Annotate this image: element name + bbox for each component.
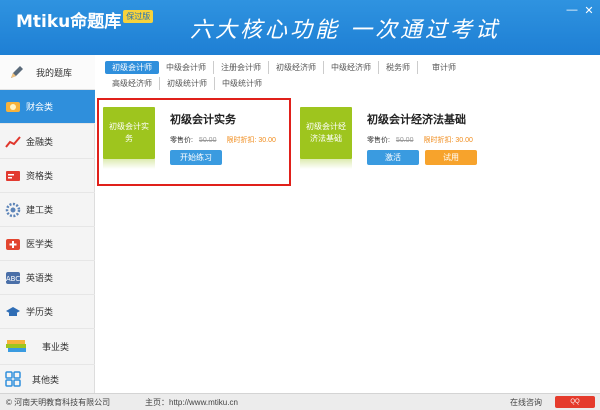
course-cover[interactable]: 初级会计经济法基础 [300, 107, 352, 169]
homepage-link[interactable]: 主页：http://www.mtiku.cn [145, 397, 238, 408]
exam-tabs-row-1: 初级会计师 中级会计师 注册会计师 初级经济师 中级经济师 税务师 审计师 [105, 61, 463, 74]
my-library-label: 我的题库 [36, 67, 73, 78]
price-row: 零售价: 50.00 限时折扣: 30.00 [367, 135, 473, 145]
original-price: 50.00 [395, 137, 414, 144]
sidebar-item-label: 财会类 [26, 102, 54, 112]
sidebar-item-medical[interactable]: 医学类 [0, 227, 95, 261]
my-library-button[interactable]: 我的题库 [0, 55, 95, 90]
sidebar-item-academic[interactable]: 学历类 [0, 295, 95, 329]
graduation-cap-icon [4, 304, 22, 320]
chart-icon [4, 134, 22, 150]
selection-highlight [97, 98, 291, 186]
logo-tag: 保过版 [123, 10, 154, 23]
app-header: Mtiku命题库 保过版 六大核心功能 一次通过考试 — ✕ [0, 0, 600, 55]
logo-text: Mtiku命题库 [16, 12, 122, 32]
minimize-button[interactable]: — [566, 4, 578, 16]
gear-icon [4, 202, 22, 218]
sidebar-item-english[interactable]: ABC 英语类 [0, 261, 95, 295]
pencil-icon [8, 64, 26, 80]
medical-kit-icon [4, 236, 22, 252]
app-logo: Mtiku命题库 保过版 [16, 7, 154, 32]
coin-icon [4, 99, 22, 115]
sidebar-item-label: 英语类 [26, 273, 54, 283]
online-chat-icon[interactable]: QQ [555, 396, 595, 408]
tab-cpa[interactable]: 注册会计师 [214, 61, 269, 74]
retail-price-label: 零售价: [367, 137, 390, 144]
activate-button[interactable]: 激活 [367, 150, 419, 165]
tab-auditor[interactable]: 审计师 [418, 61, 463, 74]
tab-intermediate-economist[interactable]: 中级经济师 [324, 61, 379, 74]
online-consult-link[interactable]: 在线咨询 [510, 397, 542, 408]
sidebar-item-construction[interactable]: 建工类 [0, 193, 95, 227]
category-sidebar: 我的题库 财会类 金融类 资格类 建工类 医学类 ABC 英语类 学历类 事业类… [0, 55, 95, 393]
sidebar-item-label: 学历类 [26, 307, 54, 317]
copyright-text: © 河南天明教育科技有限公司 [6, 398, 111, 407]
books-icon [4, 339, 30, 355]
sidebar-item-label: 医学类 [26, 239, 54, 249]
tab-junior-statistician[interactable]: 初级统计师 [160, 77, 215, 90]
exam-tabs-row-2: 高级经济师 初级统计师 中级统计师 [105, 77, 269, 90]
discount-price: 限时折扣: 30.00 [423, 137, 473, 144]
tab-tax-advisor[interactable]: 税务师 [379, 61, 418, 74]
course-title: 初级会计经济法基础 [367, 114, 466, 126]
sidebar-item-label: 金融类 [26, 137, 54, 147]
sidebar-item-finance-accounting[interactable]: 财会类 [0, 90, 95, 124]
close-button[interactable]: ✕ [583, 4, 595, 17]
sidebar-item-qualification[interactable]: 资格类 [0, 159, 95, 193]
abc-icon: ABC [4, 270, 22, 286]
certificate-icon [4, 168, 22, 184]
tab-senior-economist[interactable]: 高级经济师 [105, 77, 160, 90]
sidebar-item-label: 资格类 [26, 171, 54, 181]
sidebar-item-finance[interactable]: 金融类 [0, 125, 95, 159]
tab-junior-accountant[interactable]: 初级会计师 [105, 61, 159, 74]
sidebar-item-label: 建工类 [26, 205, 54, 215]
grid-icon [4, 371, 22, 387]
svg-text:ABC: ABC [6, 275, 20, 283]
sidebar-item-label: 其他类 [32, 374, 60, 385]
tab-junior-economist[interactable]: 初级经济师 [269, 61, 324, 74]
header-slogan: 六大核心功能 一次通过考试 [190, 18, 500, 43]
sidebar-item-label: 事业类 [42, 342, 70, 352]
sidebar-item-public-institution[interactable]: 事业类 [0, 329, 95, 365]
tab-intermediate-statistician[interactable]: 中级统计师 [215, 77, 269, 90]
status-bar: © 河南天明教育科技有限公司 主页：http://www.mtiku.cn 在线… [0, 393, 600, 410]
sidebar-item-other[interactable]: 其他类 [0, 365, 95, 393]
trial-button[interactable]: 试用 [425, 150, 477, 165]
tab-intermediate-accountant[interactable]: 中级会计师 [159, 61, 214, 74]
